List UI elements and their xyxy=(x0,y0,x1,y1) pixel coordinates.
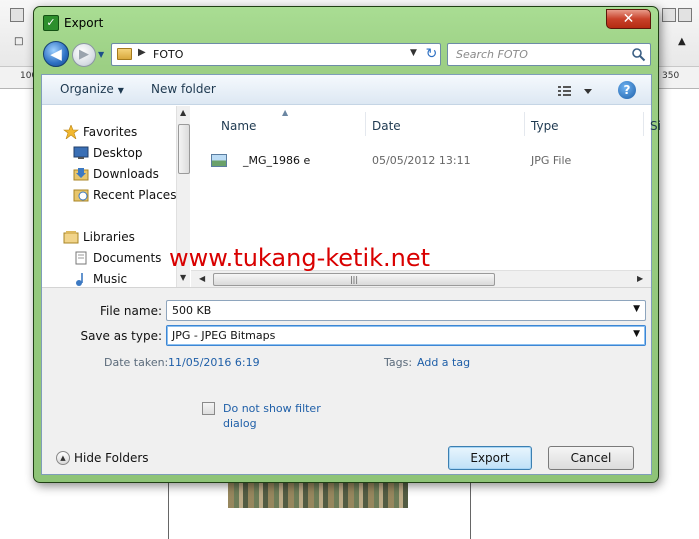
paste-icon[interactable] xyxy=(10,8,24,22)
dialog-titlebar[interactable]: ✓ Export ✕ xyxy=(34,7,658,37)
toolbar-icon[interactable] xyxy=(678,8,692,22)
column-divider[interactable] xyxy=(643,112,644,136)
nav-favorites[interactable]: Favorites xyxy=(63,125,138,139)
view-options-icon[interactable] xyxy=(556,83,596,99)
navigation-pane: Favorites Desktop Downloads Recent Place… xyxy=(42,106,190,287)
documents-icon xyxy=(75,251,87,265)
filter-dialog-label[interactable]: Do not show filter dialog xyxy=(223,401,333,431)
column-header-size[interactable]: Si xyxy=(650,119,661,133)
nav-desktop[interactable]: Desktop xyxy=(73,146,143,160)
file-name-label: File name: xyxy=(100,304,162,318)
date-taken-label: Date taken: xyxy=(104,356,169,369)
save-type-label: Save as type: xyxy=(80,329,162,343)
watermark-text: www.tukang-ketik.net xyxy=(169,244,431,272)
horizontal-scrollbar[interactable]: ◀ ||| ▶ xyxy=(191,270,651,287)
app-icon: ✓ xyxy=(43,15,59,31)
search-icon[interactable] xyxy=(631,47,646,62)
organize-button[interactable]: Organize ▼ xyxy=(60,82,124,96)
nav-music[interactable]: Music xyxy=(76,272,128,286)
nav-libraries-label: Libraries xyxy=(83,230,135,244)
downloads-icon xyxy=(73,168,89,181)
nav-downloads-label: Downloads xyxy=(93,167,159,181)
command-bar: Organize ▼ New folder ? xyxy=(42,75,651,105)
save-options-area: File name: 500 KB ▼ Save as type: JPG - … xyxy=(42,287,651,474)
forward-button[interactable]: ▶ xyxy=(72,43,96,67)
music-icon xyxy=(76,273,83,286)
new-folder-button[interactable]: New folder xyxy=(151,82,216,96)
image-file-icon xyxy=(211,154,227,167)
folder-icon xyxy=(117,48,132,60)
back-button[interactable]: ◀ xyxy=(43,41,69,67)
sort-ascending-icon: ▲ xyxy=(282,108,289,117)
help-button[interactable]: ? xyxy=(618,81,636,99)
tags-input[interactable]: Add a tag xyxy=(417,356,470,369)
desktop-icon xyxy=(73,146,89,159)
column-header-date[interactable]: Date xyxy=(372,119,401,133)
save-type-value: JPG - JPEG Bitmaps xyxy=(172,329,276,342)
libraries-icon xyxy=(63,231,79,244)
search-placeholder: Search FOTO xyxy=(456,48,528,61)
tags-label: Tags: xyxy=(384,356,413,369)
history-dropdown-icon[interactable]: ▼ xyxy=(98,50,104,59)
ruler-label: 350 xyxy=(662,71,680,81)
export-button[interactable]: Export xyxy=(448,446,532,470)
address-dropdown-icon[interactable]: ▼ xyxy=(410,48,417,58)
breadcrumb-arrow-icon[interactable]: ▶ xyxy=(138,47,146,58)
organize-label: Organize xyxy=(60,82,114,96)
scroll-left-icon[interactable]: ◀ xyxy=(199,274,205,283)
nav-downloads[interactable]: Downloads xyxy=(73,167,159,181)
file-name-cell[interactable]: _MG_1986 e xyxy=(243,154,310,167)
toolbar-icon[interactable] xyxy=(662,8,676,22)
column-divider[interactable] xyxy=(524,112,525,136)
filter-dialog-checkbox[interactable] xyxy=(202,402,215,415)
file-type-cell: JPG File xyxy=(531,154,572,167)
nav-desktop-label: Desktop xyxy=(93,146,143,160)
nav-favorites-label: Favorites xyxy=(83,125,138,139)
chevron-down-icon: ▼ xyxy=(117,86,124,95)
dialog-body: Organize ▼ New folder ? Favorites Desktop xyxy=(41,74,661,475)
date-taken-value[interactable]: 11/05/2016 6:19 xyxy=(168,356,260,369)
recent-places-icon xyxy=(73,189,89,202)
scroll-up-icon[interactable]: ▲ xyxy=(180,108,186,117)
toolbar-marker: ▲ xyxy=(678,36,686,47)
nav-recent-places[interactable]: Recent Places xyxy=(73,188,177,202)
chevron-up-icon: ▲ xyxy=(56,451,70,465)
nav-music-label: Music xyxy=(93,272,128,286)
scroll-down-icon[interactable]: ▼ xyxy=(180,273,186,282)
star-icon xyxy=(63,125,79,139)
cancel-button[interactable]: Cancel xyxy=(548,446,634,470)
refresh-button[interactable]: ↻ xyxy=(421,43,442,66)
chevron-down-icon[interactable]: ▼ xyxy=(633,304,640,314)
file-date-cell: 05/05/2012 13:11 xyxy=(372,154,471,167)
chevron-down-icon[interactable]: ▼ xyxy=(633,329,640,339)
nav-scroll-thumb[interactable] xyxy=(178,124,190,174)
nav-recent-places-label: Recent Places xyxy=(93,188,177,202)
nav-documents[interactable]: Documents xyxy=(75,251,162,265)
file-name-field[interactable]: 500 KB ▼ xyxy=(166,300,646,321)
dialog-title: Export xyxy=(64,16,104,30)
hide-folders-label: Hide Folders xyxy=(74,451,149,465)
breadcrumb[interactable]: FOTO xyxy=(153,48,183,61)
toolbar-marker: □ xyxy=(14,36,24,47)
horizontal-scroll-thumb[interactable]: ||| xyxy=(213,273,495,286)
address-bar[interactable]: ▶ FOTO ▼ xyxy=(111,43,441,66)
file-name-value: 500 KB xyxy=(172,304,212,317)
column-header-name[interactable]: Name xyxy=(221,119,256,133)
save-type-select[interactable]: JPG - JPEG Bitmaps ▼ xyxy=(166,325,646,346)
scroll-right-icon[interactable]: ▶ xyxy=(637,274,643,283)
export-dialog: ✓ Export ✕ ◀ ▶ ▼ ▶ FOTO ▼ ↻ Search FOTO … xyxy=(33,6,661,483)
close-button[interactable]: ✕ xyxy=(606,9,651,29)
nav-documents-label: Documents xyxy=(93,251,162,265)
search-input[interactable]: Search FOTO xyxy=(447,43,651,66)
column-header-type[interactable]: Type xyxy=(531,119,559,133)
column-divider[interactable] xyxy=(365,112,366,136)
nav-libraries[interactable]: Libraries xyxy=(63,230,135,244)
